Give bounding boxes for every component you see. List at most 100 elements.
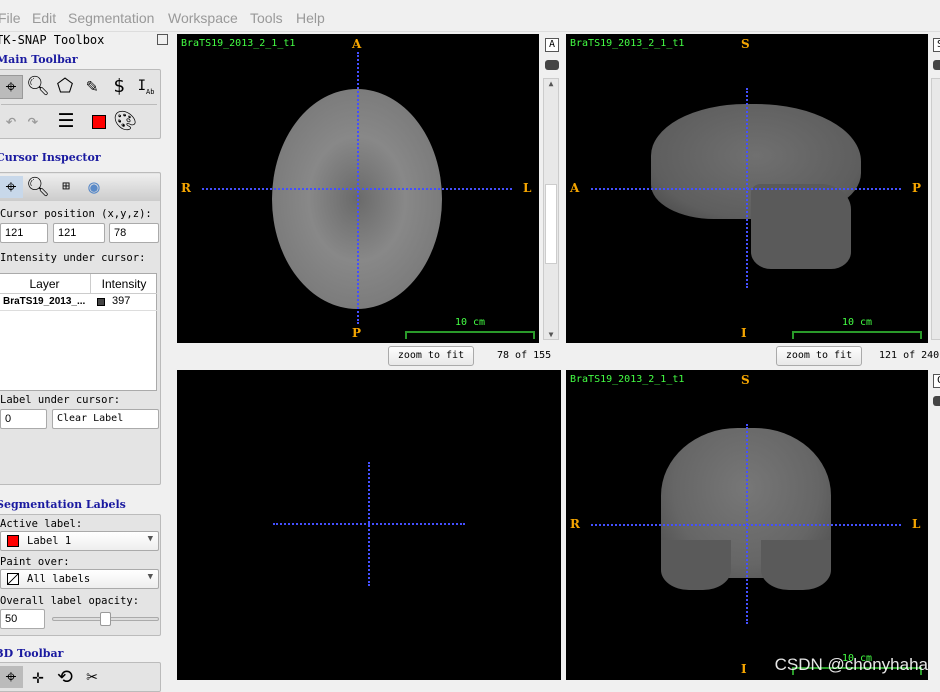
view-layer-name: BraTS19_2013_2_1_t1 <box>570 374 685 385</box>
sagittal-side-controls: S <box>931 36 940 340</box>
watermark: CSDN @chonyhaha <box>774 655 928 674</box>
chevron-down-icon: ▼ <box>147 572 153 582</box>
opacity-slider[interactable] <box>52 612 159 626</box>
main-toolbar: ⌖ 🔍︎ ⬠ ✎ $ IAb ↶ ↷ ☰ 🎨︎ <box>0 69 161 139</box>
cursor-position-label: Cursor position (x,y,z): <box>0 208 152 220</box>
camera-icon[interactable] <box>545 60 559 70</box>
orientation-right: L <box>523 181 532 195</box>
toolbox-title: TK-SNAP Toolbox <box>0 33 105 47</box>
crosshair-vertical <box>746 88 748 288</box>
layers-icon[interactable]: ☰ <box>54 110 78 132</box>
broadcast-icon[interactable]: ◉ <box>82 176 106 198</box>
camera-icon[interactable] <box>933 396 940 406</box>
orientation-right: L <box>912 517 921 531</box>
orientation-left: R <box>181 181 191 195</box>
axial-side-controls: A ▲ ▼ <box>543 36 561 340</box>
annotation-tool-icon[interactable]: IAb <box>134 75 158 103</box>
paint-over-dropdown[interactable]: All labels ▼ <box>0 569 159 589</box>
opacity-field[interactable]: 50 <box>0 609 45 629</box>
cursor-inspector-heading: Cursor Inspector <box>0 151 101 164</box>
menu-tools[interactable]: Tools <box>250 10 283 26</box>
menu-bar: File Edit Segmentation Workspace Tools H… <box>0 0 940 32</box>
col-intensity: Intensity <box>91 274 157 294</box>
3d-toolbar: ⌖ ✛ ⟲ ✂ <box>0 662 161 692</box>
opacity-caption: Overall label opacity: <box>0 595 140 607</box>
active-label-caption: Active label: <box>0 518 83 530</box>
orientation-top: A <box>352 37 362 51</box>
paint-over-caption: Paint over: <box>0 556 70 568</box>
sagittal-view[interactable]: BraTS19_2013_2_1_t1 S I A P 10 cm <box>566 34 928 343</box>
view-layer-name: BraTS19_2013_2_1_t1 <box>570 38 685 49</box>
table-icon[interactable]: ⊞ <box>54 176 78 198</box>
label-swatch-icon <box>7 535 19 547</box>
all-labels-icon <box>7 573 19 585</box>
axial-zoom-to-fit-button[interactable]: zoom to fit <box>388 346 474 366</box>
zoom-tool-icon[interactable]: 🔍︎ <box>26 75 50 97</box>
crosshair-mode-icon[interactable]: ⌖ <box>0 176 23 198</box>
label-value-field[interactable]: 0 <box>0 409 47 429</box>
undock-icon[interactable] <box>157 34 168 45</box>
opacity-slider-handle[interactable] <box>100 612 111 626</box>
orientation-left: A <box>570 181 580 195</box>
redo-icon[interactable]: ↷ <box>21 110 45 132</box>
orientation-bottom: I <box>741 326 747 340</box>
menu-segmentation[interactable]: Segmentation <box>68 10 154 26</box>
swatch-icon <box>97 298 105 306</box>
toolbox-panel: TK-SNAP Toolbox Main Toolbar ⌖ 🔍︎ ⬠ ✎ $ … <box>0 32 168 692</box>
menu-workspace[interactable]: Workspace <box>168 10 238 26</box>
cursor-x-field[interactable]: 121 <box>0 223 48 243</box>
label-under-cursor-label: Label under cursor: <box>0 394 121 406</box>
coronal-lobe-left <box>661 540 731 590</box>
sagittal-zoom-to-fit-button[interactable]: zoom to fit <box>776 346 862 366</box>
coronal-view[interactable]: BraTS19_2013_2_1_t1 S I R L 10 cm <box>566 370 928 680</box>
scale-bar: 10 cm <box>792 317 922 339</box>
orientation-top: S <box>741 373 750 387</box>
axial-slice-indicator: 78 of 155 <box>497 350 552 361</box>
view-layout-button[interactable]: S <box>933 38 940 52</box>
view-layout-button[interactable]: A <box>545 38 559 52</box>
cursor-y-field[interactable]: 121 <box>53 223 105 243</box>
paintbrush-tool-icon[interactable]: ✎ <box>80 75 104 97</box>
scrollbar-thumb[interactable] <box>545 184 557 264</box>
chevron-down-icon: ▼ <box>147 534 153 544</box>
slice-scrollbar[interactable]: ▲ ▼ <box>543 78 559 340</box>
3d-view[interactable] <box>177 370 561 680</box>
view-layout-button[interactable]: C <box>933 374 940 388</box>
orientation-right: P <box>912 181 922 195</box>
sagittal-brainstem-image <box>751 184 851 269</box>
main-toolbar-heading: Main Toolbar <box>0 53 78 66</box>
axial-view[interactable]: BraTS19_2013_2_1_t1 A P R L 10 cm <box>177 34 539 343</box>
active-label-dropdown[interactable]: Label 1 ▼ <box>0 531 159 551</box>
palette-icon[interactable]: 🎨︎ <box>113 110 137 132</box>
intensity-label: Intensity under cursor: <box>0 252 146 264</box>
orientation-bottom: I <box>741 662 747 676</box>
coronal-side-controls: C <box>931 372 940 414</box>
undo-icon[interactable]: ↶ <box>0 110 23 132</box>
zoom-mode-icon[interactable]: 🔍︎ <box>26 176 50 198</box>
menu-help[interactable]: Help <box>296 10 325 26</box>
crosshair-vertical <box>357 52 359 324</box>
3d-toolbar-heading: 3D Toolbar <box>0 647 64 660</box>
col-layer: Layer <box>0 274 91 294</box>
orientation-top: S <box>741 37 750 51</box>
intensity-table: Layer Intensity BraTS19_2013_... 397 <box>0 273 157 391</box>
crosshair-tool-icon[interactable]: ⌖ <box>0 75 23 99</box>
snake-tool-icon[interactable]: $ <box>107 75 131 97</box>
segmentation-labels-heading: Segmentation Labels <box>0 498 126 511</box>
crosshair-vertical <box>368 462 370 586</box>
menu-edit[interactable]: Edit <box>32 10 56 26</box>
cursor-z-field[interactable]: 78 <box>109 223 159 243</box>
label-name-field[interactable]: Clear Label <box>52 409 159 429</box>
slice-scrollbar[interactable] <box>931 78 940 340</box>
polygon-tool-icon[interactable]: ⬠ <box>53 75 77 97</box>
scale-bar: 10 cm <box>405 317 535 339</box>
sagittal-slice-indicator: 121 of 240 <box>879 350 940 361</box>
camera-icon[interactable] <box>933 60 940 70</box>
label-color-icon[interactable] <box>92 115 106 129</box>
orientation-left: R <box>570 517 580 531</box>
view-layer-name: BraTS19_2013_2_1_t1 <box>181 38 296 49</box>
crosshair-vertical <box>746 424 748 624</box>
coronal-lobe-right <box>761 540 831 590</box>
menu-file[interactable]: File <box>0 10 21 26</box>
table-row[interactable]: BraTS19_2013_... 397 <box>0 294 157 311</box>
